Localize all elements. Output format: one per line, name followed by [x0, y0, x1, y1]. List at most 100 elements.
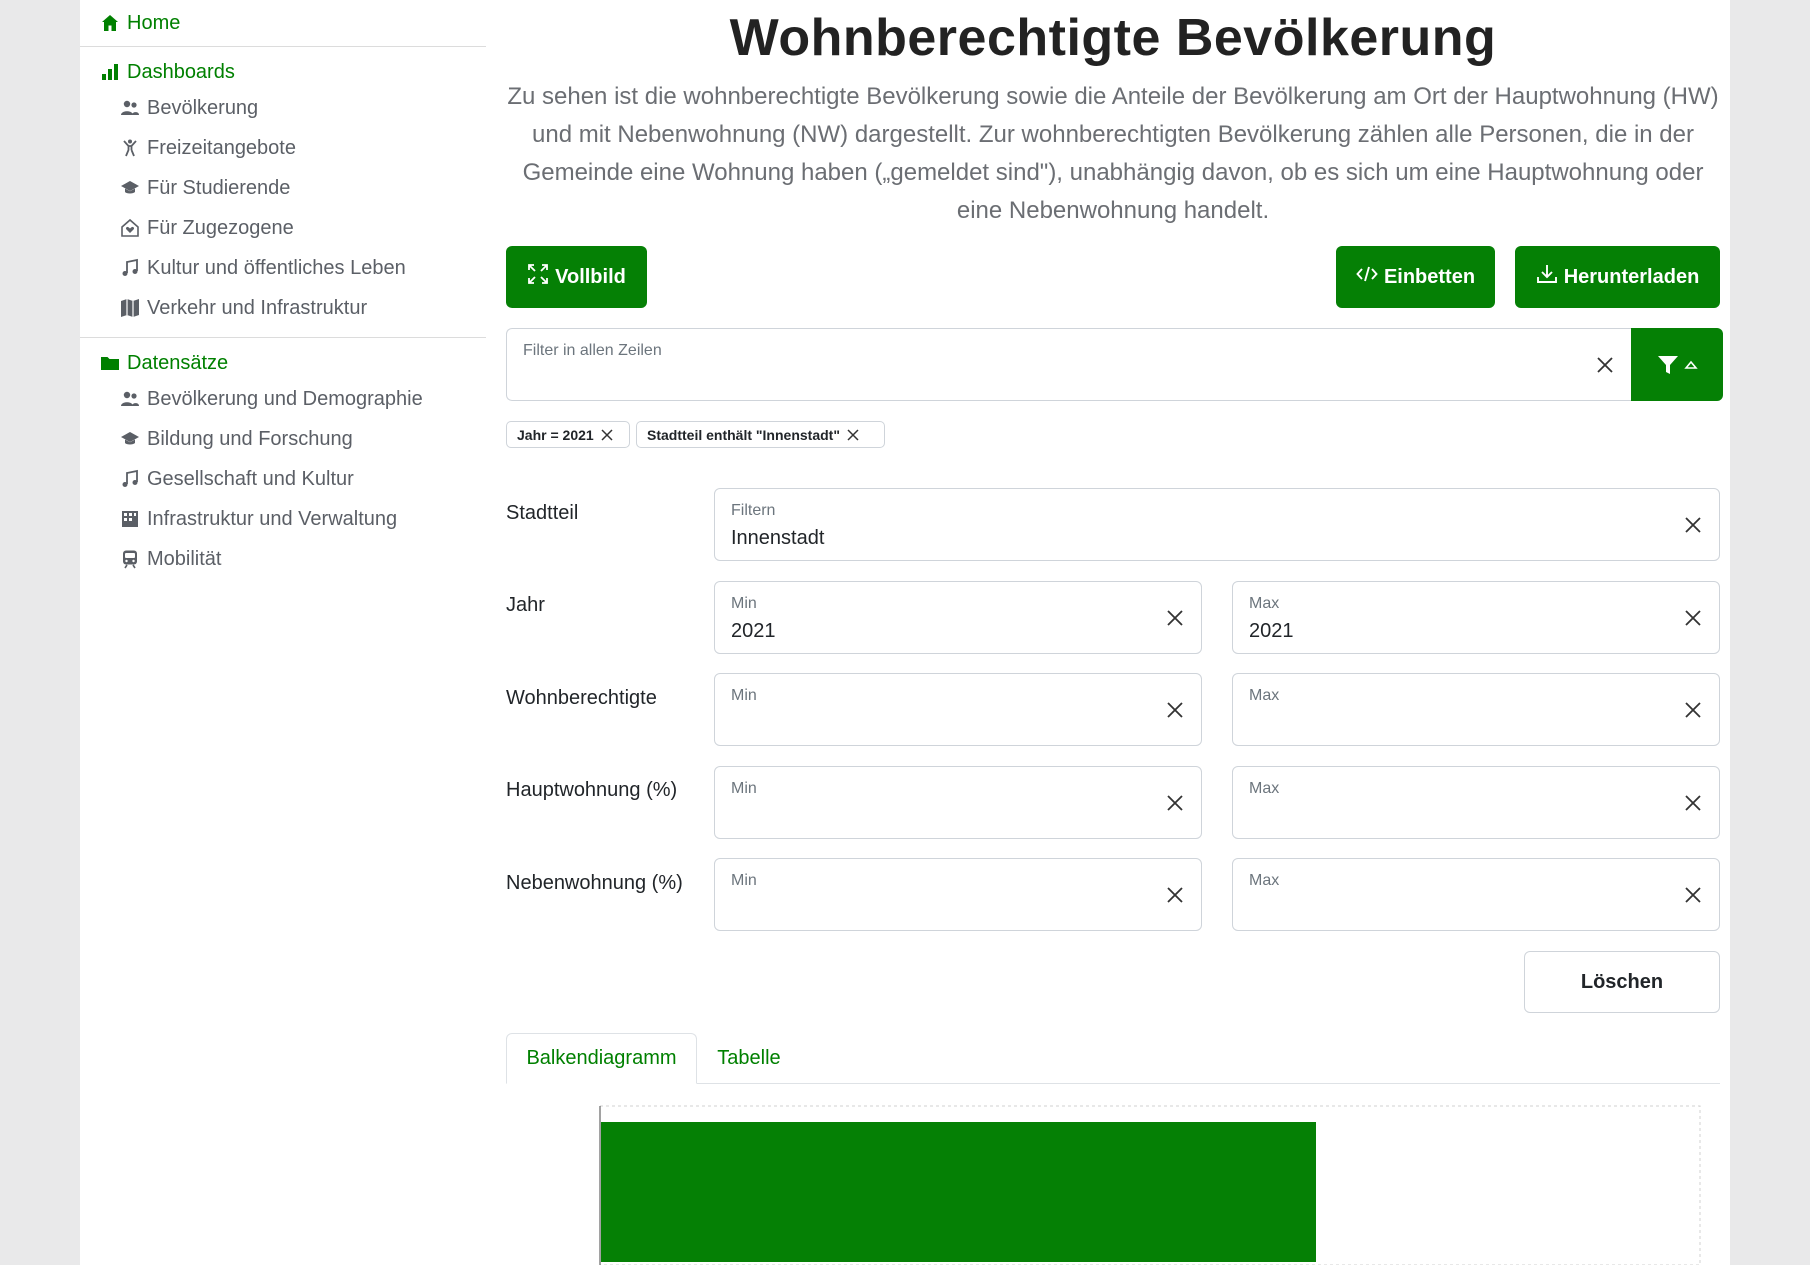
active-filter-chip: Jahr = 2021 [506, 421, 630, 448]
sidebar-section-label: Dashboards [127, 60, 235, 83]
sidebar-item-label: Für Zugezogene [147, 216, 294, 239]
sidebar: Home Dashboards Bevölkerung Freizeitange… [80, 0, 486, 1265]
global-filter-input[interactable]: Filter in allen Zeilen [506, 328, 1631, 401]
code-icon [1356, 263, 1378, 291]
field-placeholder: Min [731, 687, 757, 704]
close-icon[interactable] [846, 428, 860, 442]
sidebar-item-label: Bildung und Forschung [147, 427, 353, 450]
clear-icon[interactable] [1683, 885, 1703, 905]
sidebar-item-mobilitaet[interactable]: Mobilität [120, 544, 221, 574]
chart-bar[interactable] [601, 1122, 1316, 1262]
filter-label-jahr: Jahr [506, 594, 545, 616]
person-activity-icon [120, 138, 140, 158]
bar-chart [599, 1105, 1701, 1265]
download-button[interactable]: Herunterladen [1515, 246, 1720, 308]
sidebar-item-verkehr[interactable]: Verkehr und Infrastruktur [120, 293, 367, 323]
sidebar-item-label: Freizeitangebote [147, 136, 296, 159]
field-placeholder: Min [731, 780, 757, 797]
sidebar-item-label: Bevölkerung [147, 96, 259, 119]
sidebar-item-label: Kultur und öffentliches Leben [147, 256, 406, 279]
clear-icon[interactable] [1165, 700, 1185, 720]
sidebar-section-datasets[interactable]: Datensätze [100, 348, 228, 378]
clear-icon[interactable] [1683, 608, 1703, 628]
house-heart-icon [120, 218, 140, 238]
nav-home-link[interactable]: Home [100, 8, 180, 38]
bar-chart-icon [100, 62, 120, 82]
wohnberechtigte-max-field[interactable]: Max [1232, 673, 1720, 746]
sidebar-item-label: Verkehr und Infrastruktur [147, 296, 368, 319]
sidebar-section-label: Datensätze [127, 351, 229, 374]
field-placeholder: Filtern [731, 502, 776, 519]
close-icon[interactable] [600, 428, 614, 442]
embed-button[interactable]: Einbetten [1336, 246, 1495, 308]
clear-icon[interactable] [1683, 793, 1703, 813]
building-icon [120, 509, 140, 529]
mortarboard-icon [120, 429, 140, 449]
sidebar-item-kultur[interactable]: Kultur und öffentliches Leben [120, 253, 406, 283]
page: Home Dashboards Bevölkerung Freizeitange… [80, 0, 1730, 1265]
wohnberechtigte-min-field[interactable]: Min [714, 673, 1202, 746]
clear-icon[interactable] [1165, 885, 1185, 905]
sidebar-item-fuer-studierende[interactable]: Für Studierende [120, 173, 290, 203]
tab-balkendiagramm[interactable]: Balkendiagramm [506, 1033, 697, 1084]
filter-label-hauptwohnung: Hauptwohnung (%) [506, 779, 678, 801]
active-filter-chip: Stadtteil enthält "Innenstadt" [636, 421, 885, 448]
field-value: 2021 [731, 620, 776, 642]
filter-label-nebenwohnung: Nebenwohnung (%) [506, 872, 683, 894]
hauptwohnung-max-field[interactable]: Max [1232, 766, 1720, 839]
nav-home-label: Home [127, 11, 181, 34]
field-placeholder: Min [731, 872, 757, 889]
sidebar-section-dashboards[interactable]: Dashboards [100, 57, 235, 87]
embed-label: Einbetten [1383, 265, 1476, 288]
download-label: Herunterladen [1563, 265, 1700, 288]
music-note-icon [120, 469, 140, 489]
field-placeholder: Max [1249, 595, 1280, 612]
clear-icon[interactable] [1595, 355, 1615, 375]
sidebar-item-fuer-zugezogene[interactable]: Für Zugezogene [120, 213, 294, 243]
sidebar-item-bevoelkerung[interactable]: Bevölkerung [120, 93, 258, 123]
fullscreen-icon [527, 263, 549, 291]
sidebar-divider [80, 46, 486, 47]
jahr-max-field[interactable]: Max 2021 [1232, 581, 1720, 654]
global-filter-placeholder: Filter in allen Zeilen [523, 342, 662, 359]
chip-label: Stadtteil enthält "Innenstadt" [647, 426, 840, 443]
page-description: Zu sehen ist die wohnberechtigte Bevölke… [507, 83, 1719, 224]
clear-icon[interactable] [1165, 793, 1185, 813]
chevron-up-icon [1684, 360, 1698, 369]
field-placeholder: Max [1249, 780, 1280, 797]
field-value: Innenstadt [731, 527, 825, 549]
nebenwohnung-max-field[interactable]: Max [1232, 858, 1720, 931]
tab-tabelle[interactable]: Tabelle [697, 1033, 801, 1084]
jahr-min-field[interactable]: Min 2021 [714, 581, 1202, 654]
home-icon [100, 13, 120, 33]
clear-filters-button[interactable]: Löschen [1524, 951, 1720, 1013]
sidebar-item-label: Infrastruktur und Verwaltung [147, 507, 398, 530]
stadtteil-filter-field[interactable]: Filtern Innenstadt [714, 488, 1720, 561]
sidebar-item-label: Mobilität [147, 547, 222, 570]
sidebar-item-infrastruktur[interactable]: Infrastruktur und Verwaltung [120, 504, 397, 534]
folder-icon [100, 353, 120, 373]
sidebar-item-label: Für Studierende [147, 176, 291, 199]
clear-icon[interactable] [1165, 608, 1185, 628]
filter-toggle-button[interactable] [1631, 328, 1723, 401]
hauptwohnung-min-field[interactable]: Min [714, 766, 1202, 839]
map-icon [120, 298, 140, 318]
chip-label: Jahr = 2021 [517, 426, 594, 443]
sidebar-item-freizeitangebote[interactable]: Freizeitangebote [120, 133, 296, 163]
filter-icon [1658, 355, 1678, 374]
filter-label-wohnberechtigte: Wohnberechtigte [506, 687, 657, 709]
field-placeholder: Max [1249, 872, 1280, 889]
sidebar-item-label: Gesellschaft und Kultur [147, 467, 354, 490]
nebenwohnung-min-field[interactable]: Min [714, 858, 1202, 931]
clear-icon[interactable] [1683, 700, 1703, 720]
sidebar-item-bevoelkerung-demographie[interactable]: Bevölkerung und Demographie [120, 384, 423, 414]
sidebar-item-gesellschaft[interactable]: Gesellschaft und Kultur [120, 464, 354, 494]
music-note-icon [120, 258, 140, 278]
train-icon [120, 549, 140, 569]
fullscreen-button[interactable]: Vollbild [506, 246, 647, 308]
sidebar-item-bildung[interactable]: Bildung und Forschung [120, 424, 353, 454]
mortarboard-icon [120, 178, 140, 198]
filter-label-stadtteil: Stadtteil [506, 502, 579, 524]
page-title: Wohnberechtigte Bevölkerung [729, 9, 1497, 67]
clear-icon[interactable] [1683, 515, 1703, 535]
